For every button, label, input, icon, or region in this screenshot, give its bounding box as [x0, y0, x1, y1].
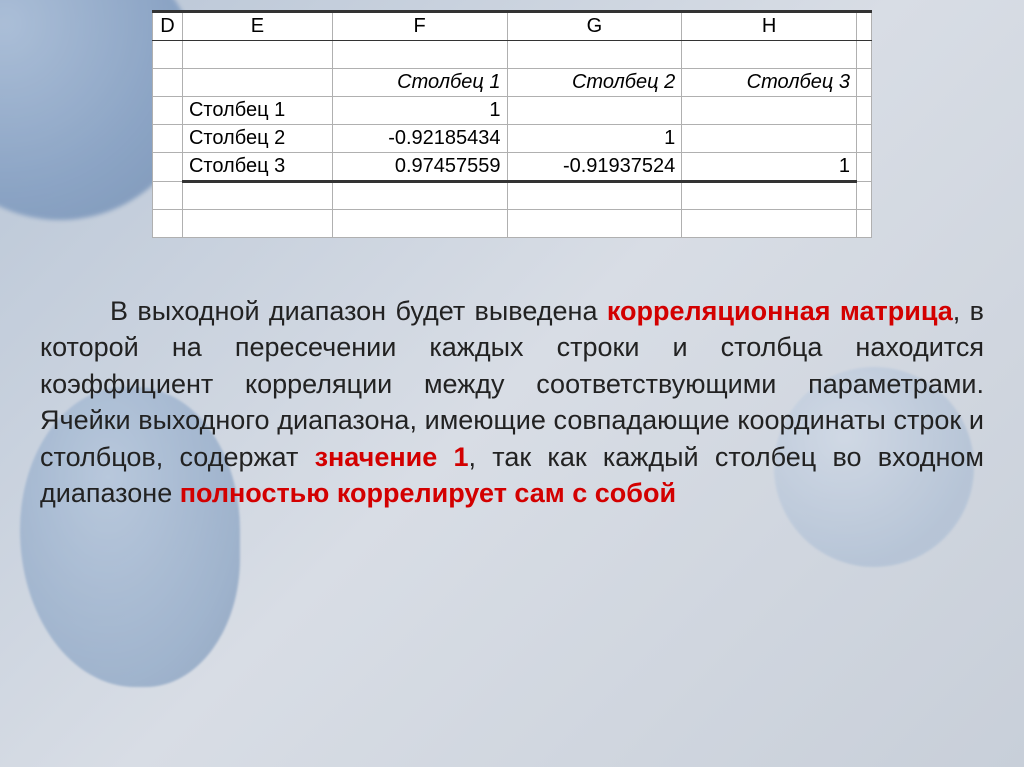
highlight-self-correlate: полностью коррелирует сам с собой — [180, 478, 676, 508]
empty-row — [153, 41, 872, 69]
correlation-matrix-table: D E F G H Столбец 1 Столбец 2 Столбец 3 … — [152, 10, 872, 238]
cell-value — [507, 97, 682, 125]
table-row: Столбец 3 0.97457559 -0.91937524 1 — [153, 153, 872, 182]
cell-value: 1 — [507, 125, 682, 153]
highlight-value-one: значение 1 — [315, 442, 469, 472]
table-row: Столбец 2 -0.92185434 1 — [153, 125, 872, 153]
col-header-D: D — [153, 12, 183, 41]
cell-header-col2: Столбец 2 — [507, 69, 682, 97]
description-paragraph: В выходной диапазон будет выведена корре… — [30, 293, 994, 512]
cell-value — [682, 97, 857, 125]
table-row: Столбец 1 1 — [153, 97, 872, 125]
col-header-E: E — [182, 12, 332, 41]
header-labels-row: Столбец 1 Столбец 2 Столбец 3 — [153, 69, 872, 97]
col-header-G: G — [507, 12, 682, 41]
cell-header-col1: Столбец 1 — [332, 69, 507, 97]
row-label: Столбец 3 — [182, 153, 332, 182]
cell-value: -0.91937524 — [507, 153, 682, 182]
col-header-blank — [856, 12, 871, 41]
cell-value: -0.92185434 — [332, 125, 507, 153]
cell-value: 0.97457559 — [332, 153, 507, 182]
col-header-F: F — [332, 12, 507, 41]
cell-value — [682, 125, 857, 153]
cell-header-col3: Столбец 3 — [682, 69, 857, 97]
row-label: Столбец 1 — [182, 97, 332, 125]
row-label: Столбец 2 — [182, 125, 332, 153]
text-part: В выходной диапазон будет выведена — [110, 296, 607, 326]
cell-value: 1 — [332, 97, 507, 125]
col-header-H: H — [682, 12, 857, 41]
empty-row — [153, 210, 872, 238]
cell-value: 1 — [682, 153, 857, 182]
empty-row — [153, 182, 872, 210]
highlight-correlation-matrix: корреляционная матрица — [607, 296, 953, 326]
